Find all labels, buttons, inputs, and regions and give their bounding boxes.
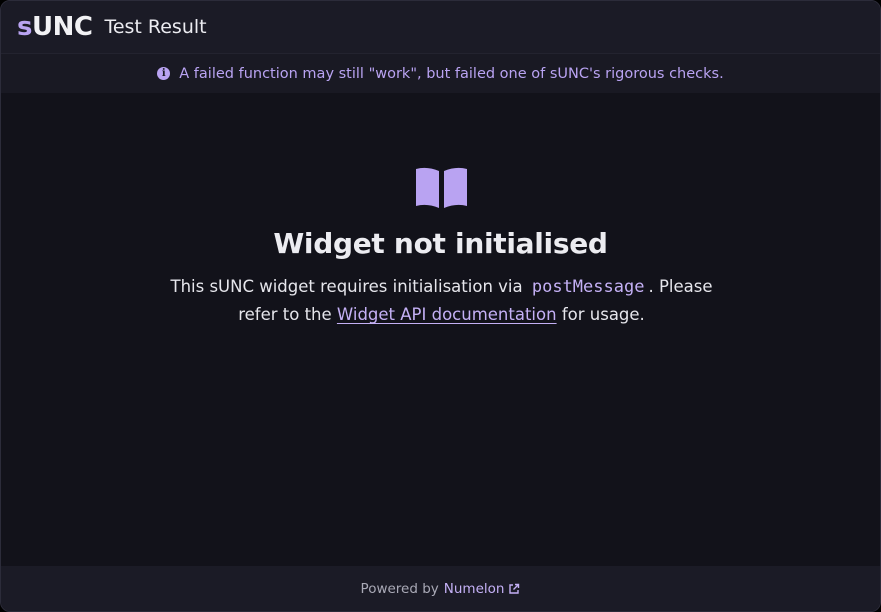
powered-by-label: Powered by [360,580,439,597]
info-banner: i A failed function may still "work", bu… [1,53,880,93]
header: sUNC Test Result [1,1,880,53]
info-icon: i [157,67,171,80]
brand-prefix: s [17,12,32,42]
numelon-link[interactable]: Numelon [444,581,521,597]
numelon-link-label: Numelon [443,580,505,597]
widget-window: sUNC Test Result i A failed function may… [0,0,881,612]
banner-text: A failed function may still "work", but … [179,65,724,82]
header-title: Test Result [104,15,207,38]
page-title: Widget not initialised [273,227,608,260]
main-content: Widget not initialised This sUNC widget … [1,93,880,566]
brand-suffix: UNC [31,12,93,42]
description-part-1: This sUNC widget requires initialisation… [170,277,523,296]
book-open-icon [416,167,467,208]
description: This sUNC widget requires initialisation… [151,273,732,329]
description-part-3: for usage. [561,305,645,324]
brand-logo: sUNC [17,12,93,42]
external-link-icon [509,583,520,594]
footer: Powered by Numelon [1,566,880,611]
code-postmessage: postMessage [531,277,645,297]
widget-api-docs-link[interactable]: Widget API documentation [337,305,557,324]
